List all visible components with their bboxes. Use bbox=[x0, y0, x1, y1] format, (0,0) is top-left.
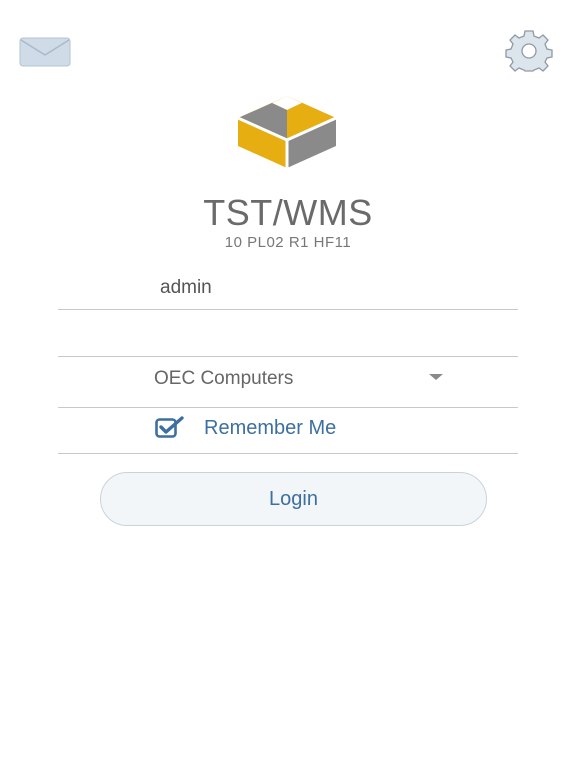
gear-icon bbox=[505, 30, 553, 72]
remember-me-label[interactable]: Remember Me bbox=[204, 417, 336, 440]
checkbox-checked-icon bbox=[155, 416, 184, 438]
box-logo-icon bbox=[237, 96, 337, 168]
login-button[interactable]: Login bbox=[100, 472, 487, 526]
username-field-row bbox=[58, 266, 518, 310]
company-select[interactable]: OEC Computers bbox=[58, 358, 518, 408]
app-logo bbox=[236, 94, 338, 170]
envelope-icon bbox=[19, 37, 71, 67]
company-select-value: OEC Computers bbox=[154, 368, 294, 389]
remember-me-row: Remember Me bbox=[58, 408, 518, 454]
app-version: 10 PL02 R1 HF11 bbox=[224, 234, 352, 251]
login-screen: TST/WMS 10 PL02 R1 HF11 OEC Computers Re… bbox=[0, 0, 576, 768]
username-input[interactable] bbox=[160, 266, 500, 309]
app-title: TST/WMS bbox=[203, 192, 373, 233]
password-input[interactable] bbox=[160, 312, 500, 356]
caret-down-icon bbox=[429, 374, 443, 380]
remember-me-checkbox[interactable] bbox=[155, 416, 185, 440]
password-field-row bbox=[58, 312, 518, 357]
settings-button[interactable] bbox=[502, 30, 556, 72]
mail-button[interactable] bbox=[19, 37, 71, 67]
